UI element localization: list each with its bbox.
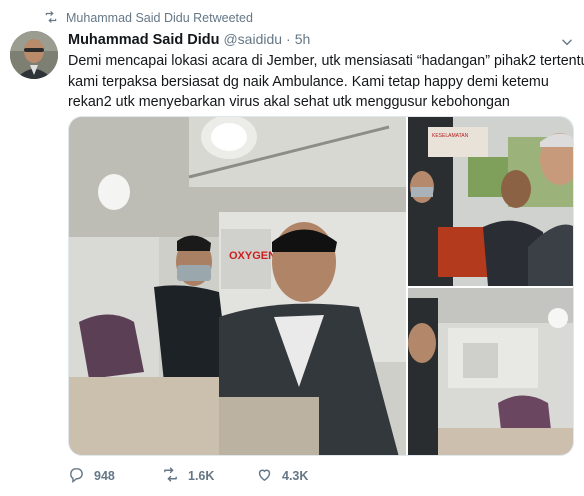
photo-bottom-right[interactable] (408, 288, 573, 455)
media-grid: OXYGEN KESELAMATAN (68, 116, 574, 456)
author-handle[interactable]: @saididu (223, 31, 282, 47)
tweet-actions: 948 1.6K 4.3K (68, 466, 350, 486)
retweet-banner[interactable]: Muhammad Said Didu Retweeted (44, 9, 253, 27)
author-name[interactable]: Muhammad Said Didu (68, 32, 219, 48)
avatar[interactable] (10, 31, 58, 79)
retweet-action-icon (162, 466, 179, 486)
like-count: 4.3K (282, 469, 309, 483)
like-button[interactable]: 4.3K (256, 466, 350, 486)
reply-button[interactable]: 948 (68, 466, 162, 486)
heart-icon (256, 466, 273, 486)
retweet-banner-text: Muhammad Said Didu Retweeted (66, 11, 253, 25)
sign-text: KESELAMATAN (432, 133, 469, 139)
oxygen-label: OXYGEN (229, 250, 276, 262)
retweet-icon (44, 10, 58, 27)
photo-main[interactable]: OXYGEN (69, 117, 406, 455)
tweet-header: Muhammad Said Didu @saididu · 5h (68, 31, 310, 48)
photo-top-right[interactable]: KESELAMATAN (408, 117, 573, 286)
reply-icon (68, 466, 85, 486)
timestamp[interactable]: 5h (295, 31, 311, 47)
chevron-down-icon[interactable] (560, 35, 574, 49)
reply-count: 948 (94, 469, 115, 483)
separator: · (286, 31, 291, 47)
retweet-button[interactable]: 1.6K (162, 466, 256, 486)
tweet-text: Demi mencapai lokasi acara di Jember, ut… (68, 51, 584, 113)
tweet-text-line: kami terpaksa bersiasat dg naik Ambulanc… (68, 73, 549, 90)
tweet-text-line: Demi mencapai lokasi acara di Jember, ut… (68, 53, 584, 69)
retweet-count: 1.6K (188, 469, 215, 483)
tweet-text-line: rekan2 utk menyebarkan virus akal sehat … (68, 94, 510, 110)
